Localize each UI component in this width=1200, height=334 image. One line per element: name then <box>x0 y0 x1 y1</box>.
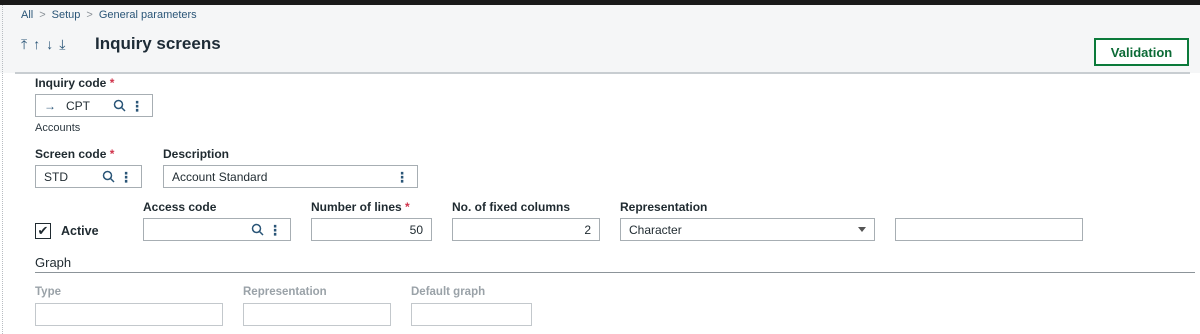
required-marker: * <box>405 200 410 214</box>
graph-section-title: Graph <box>35 255 72 270</box>
access-code-label: Access code <box>143 200 217 214</box>
record-navigation: ⤒ ↑ ↓ ⤓ <box>21 36 65 53</box>
screen-code-value: STD <box>44 169 68 184</box>
representation-value: Character <box>629 222 682 237</box>
required-marker: * <box>109 76 115 90</box>
number-of-lines-label-text: Number of lines <box>311 200 402 214</box>
description-field[interactable]: Account Standard ⋮ <box>163 165 418 188</box>
checkmark-icon: ✔ <box>37 223 49 238</box>
description-label: Description <box>163 147 230 161</box>
screen-code-label: Screen code * <box>35 147 114 161</box>
number-of-lines-label: Number of lines * <box>311 200 410 214</box>
fixed-columns-value: 2 <box>584 222 591 237</box>
screen-code-label-text: Screen code <box>35 147 107 161</box>
inquiry-code-label-text: Inquiry code <box>35 76 107 90</box>
caret-down-icon[interactable] <box>858 227 866 232</box>
search-icon[interactable] <box>251 223 264 236</box>
inquiry-code-label: Inquiry code * <box>35 76 114 90</box>
active-label: Active <box>61 224 99 238</box>
graph-representation-field[interactable] <box>243 303 391 326</box>
left-rule <box>0 5 3 334</box>
required-marker: * <box>109 147 115 161</box>
inquiry-code-value: CPT <box>66 98 90 113</box>
default-graph-field[interactable] <box>411 303 532 326</box>
last-record-icon[interactable]: ⤓ <box>59 36 65 53</box>
arrow-right-icon[interactable]: → <box>44 99 56 113</box>
breadcrumb-all[interactable]: All <box>21 9 33 21</box>
previous-record-icon[interactable]: ↑ <box>33 36 40 53</box>
access-code-field[interactable]: ⋮ <box>143 218 291 241</box>
more-options-icon[interactable]: ⋮ <box>395 170 409 184</box>
active-checkbox[interactable]: ✔ <box>35 223 51 239</box>
chevron-right-icon: > <box>86 9 93 21</box>
search-icon[interactable] <box>113 99 126 112</box>
graph-section-divider <box>35 272 1195 273</box>
chevron-right-icon: > <box>39 9 46 21</box>
number-of-lines-field[interactable]: 50 <box>311 218 432 241</box>
next-record-icon[interactable]: ↓ <box>46 36 53 53</box>
page-title: Inquiry screens <box>95 34 221 53</box>
representation-label: Representation <box>620 200 708 214</box>
breadcrumb-general-parameters[interactable]: General parameters <box>99 9 197 21</box>
fixed-columns-label: No. of fixed columns <box>452 200 571 214</box>
breadcrumb: All > Setup > General parameters <box>21 9 197 21</box>
inquiry-code-caption: Accounts <box>35 122 81 134</box>
fixed-columns-field[interactable]: 2 <box>452 218 600 241</box>
screen-code-field[interactable]: STD ⋮ <box>35 165 142 188</box>
inquiry-code-field[interactable]: → CPT ⋮ <box>35 94 153 117</box>
breadcrumb-setup[interactable]: Setup <box>52 9 81 21</box>
more-options-icon[interactable]: ⋮ <box>268 223 282 237</box>
representation-select[interactable]: Character <box>620 218 875 241</box>
default-graph-label: Default graph <box>411 286 486 298</box>
header-divider <box>15 72 1190 74</box>
extra-field[interactable] <box>895 218 1083 241</box>
more-options-icon[interactable]: ⋮ <box>119 170 133 184</box>
graph-representation-label: Representation <box>243 286 327 298</box>
search-icon[interactable] <box>102 170 115 183</box>
validation-button[interactable]: Validation <box>1094 38 1189 66</box>
graph-type-field[interactable] <box>35 303 223 326</box>
description-value: Account Standard <box>172 169 268 184</box>
graph-type-label: Type <box>35 286 61 298</box>
more-options-icon[interactable]: ⋮ <box>130 99 144 113</box>
number-of-lines-value: 50 <box>409 222 423 237</box>
first-record-icon[interactable]: ⤒ <box>21 36 27 53</box>
